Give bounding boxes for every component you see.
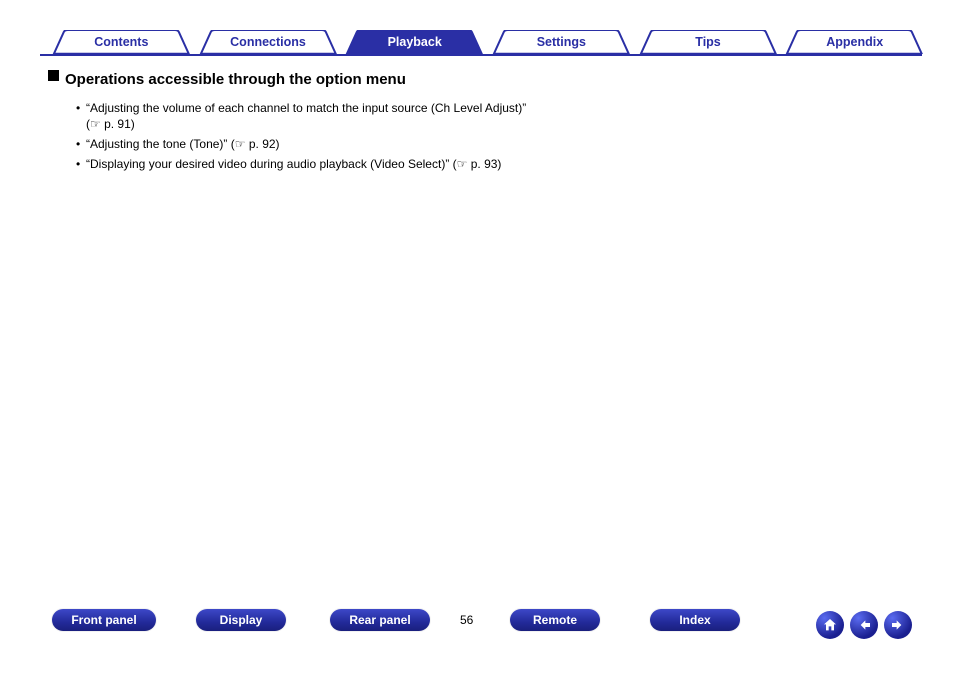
home-icon <box>822 617 838 633</box>
back-button[interactable] <box>850 611 878 639</box>
remote-button[interactable]: Remote <box>510 609 600 631</box>
bottom-bar: Front panel Display Rear panel 56 Remote… <box>0 609 954 635</box>
tab-contents[interactable]: Contents <box>42 30 201 54</box>
item-text: “Adjusting the tone (Tone)” <box>86 137 227 151</box>
index-button[interactable]: Index <box>650 609 740 631</box>
forward-button[interactable] <box>884 611 912 639</box>
front-panel-button[interactable]: Front panel <box>52 609 156 631</box>
list-item[interactable]: “Displaying your desired video during au… <box>76 156 566 172</box>
rear-panel-button[interactable]: Rear panel <box>330 609 430 631</box>
remote-label: Remote <box>533 613 577 627</box>
item-ref: (☞ p. 93) <box>453 157 502 171</box>
item-text: “Displaying your desired video during au… <box>86 157 449 171</box>
tab-connections[interactable]: Connections <box>189 30 348 54</box>
item-ref: (☞ p. 91) <box>86 117 135 131</box>
arrow-left-icon <box>856 617 872 633</box>
display-label: Display <box>220 613 263 627</box>
display-button[interactable]: Display <box>196 609 286 631</box>
rear-panel-label: Rear panel <box>349 613 410 627</box>
section-heading-text: Operations accessible through the option… <box>65 70 406 90</box>
arrow-right-icon <box>890 617 906 633</box>
home-button[interactable] <box>816 611 844 639</box>
bullet-square-icon <box>48 70 59 81</box>
option-list: “Adjusting the volume of each channel to… <box>76 100 588 173</box>
tab-tips[interactable]: Tips <box>629 30 788 54</box>
index-label: Index <box>679 613 710 627</box>
tab-settings[interactable]: Settings <box>482 30 641 54</box>
list-item[interactable]: “Adjusting the volume of each channel to… <box>76 100 566 132</box>
section-heading: Operations accessible through the option… <box>48 70 588 90</box>
page-number: 56 <box>460 613 473 627</box>
content: Operations accessible through the option… <box>48 70 588 176</box>
tab-underline <box>40 54 922 56</box>
tab-appendix[interactable]: Appendix <box>775 30 934 54</box>
list-item[interactable]: “Adjusting the tone (Tone)” (☞ p. 92) <box>76 136 566 152</box>
nav-icons <box>816 611 912 639</box>
item-text: “Adjusting the volume of each channel to… <box>86 101 526 115</box>
front-panel-label: Front panel <box>71 613 136 627</box>
tab-playback[interactable]: Playback <box>335 30 494 54</box>
item-ref: (☞ p. 92) <box>231 137 280 151</box>
